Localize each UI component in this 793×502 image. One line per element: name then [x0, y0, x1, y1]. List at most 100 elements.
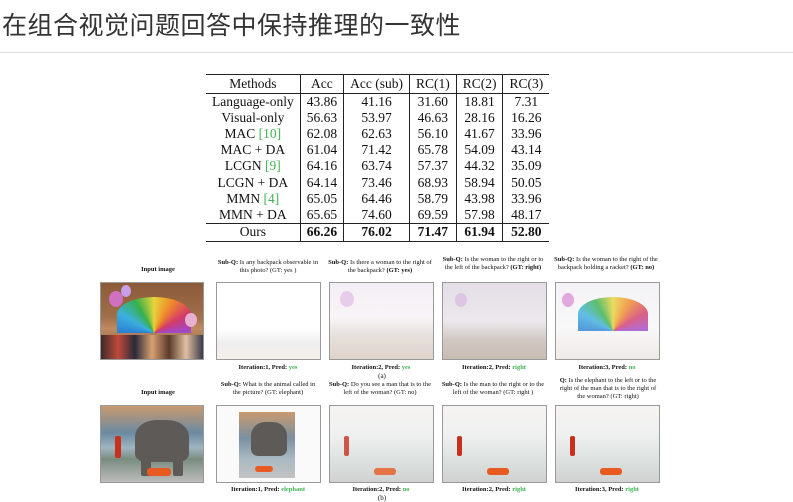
elephant-shape — [251, 422, 287, 456]
value-cell: 64.46 — [343, 190, 410, 207]
method-cell: MAC + DA — [206, 142, 300, 158]
value-cell: 56.63 — [299, 110, 344, 127]
caption-a1: Iteration:1, Pred: yes — [238, 364, 298, 371]
method-cell: Language-only — [206, 94, 300, 111]
results-table: Methods Acc Acc (sub) RC(1) RC(2) RC(3) … — [206, 74, 550, 242]
sublabel-a: (a) — [378, 372, 386, 380]
method-cell: MMN [4] — [206, 191, 300, 207]
value-cell: 63.74 — [343, 158, 410, 175]
citation-link[interactable]: [4] — [264, 191, 280, 206]
col-header: Acc — [299, 74, 344, 94]
value-cell: 7.31 — [502, 93, 550, 111]
value-cell: 53.97 — [343, 110, 410, 127]
value-cell: 76.02 — [343, 222, 410, 242]
balloon-shape — [340, 291, 354, 307]
method-name: LCGN + DA — [217, 174, 289, 190]
subq-a3: Sub-Q: Is the woman to the right or to t… — [442, 256, 544, 271]
value-cell: 43.86 — [299, 93, 344, 111]
value-cell: 68.93 — [408, 174, 457, 191]
value-cell: 62.08 — [299, 126, 344, 143]
col-header: RC(2) — [455, 74, 503, 94]
value-cell: 71.47 — [408, 222, 457, 242]
mat-shape — [147, 468, 171, 476]
attention-map-b1 — [216, 405, 321, 483]
citation-link[interactable]: [10] — [259, 126, 282, 141]
q-b4: Q: Is the elephant to the left or to the… — [559, 377, 657, 400]
balloon-shape — [121, 285, 131, 297]
caption-b3: Iteration:2, Pred: right — [462, 486, 526, 493]
method-name: MAC + DA — [220, 142, 286, 158]
attention-map-a3 — [442, 282, 547, 360]
value-cell: 50.05 — [502, 174, 550, 191]
table-row: MMN + DA 65.65 74.60 69.59 57.98 48.17 — [206, 206, 550, 224]
col-header: Methods — [206, 74, 301, 94]
method-cell: Visual-only — [206, 110, 300, 126]
value-cell: 41.67 — [455, 126, 503, 143]
caption-b1: Iteration:1, Pred: elephant — [230, 486, 306, 493]
mat-shape — [600, 468, 622, 475]
method-name: MMN + DA — [219, 206, 287, 222]
attention-map-b4 — [555, 405, 660, 483]
attention-map-a1 — [216, 282, 321, 360]
person-shape — [344, 436, 349, 456]
col-header: Acc (sub) — [343, 74, 410, 94]
value-cell: 48.17 — [502, 206, 550, 224]
citation-link[interactable]: [9] — [265, 158, 281, 173]
value-cell: 64.16 — [299, 158, 344, 175]
method-cell: Ours — [206, 222, 301, 242]
col-header: RC(3) — [502, 74, 550, 94]
mat-shape — [255, 466, 273, 472]
table-row: MAC + DA 61.04 71.42 65.78 54.09 43.14 — [206, 142, 550, 159]
method-name: Language-only — [212, 94, 294, 110]
value-cell: 61.94 — [455, 222, 503, 242]
attention-map-b2 — [329, 405, 434, 483]
subq-b1: Sub-Q: What is the animal called in the … — [220, 381, 316, 396]
value-cell: 54.09 — [455, 142, 503, 159]
value-cell: 35.09 — [502, 158, 550, 175]
caption-b2: Iteration:2, Pred: no — [352, 486, 410, 493]
caption-b4: Iteration:3, Pred: right — [575, 486, 639, 493]
value-cell: 56.10 — [408, 126, 457, 143]
person-shape — [457, 436, 462, 456]
mat-shape — [374, 468, 396, 475]
caption-a3: Iteration:2, Pred: right — [462, 364, 526, 371]
value-cell: 33.96 — [502, 126, 550, 143]
elephant-leg-shape — [173, 454, 183, 476]
umbrella-shape — [578, 297, 648, 331]
caption-a4: Iteration:3, Pred: no — [578, 364, 636, 371]
value-cell: 46.63 — [408, 110, 457, 127]
value-cell: 61.04 — [299, 142, 344, 159]
title-divider — [0, 52, 793, 53]
table-row: MMN [4] 65.05 64.46 58.79 43.98 33.96 — [206, 190, 550, 207]
person-shape — [115, 436, 121, 458]
value-cell: 52.80 — [502, 222, 550, 242]
value-cell: 57.37 — [408, 158, 457, 175]
input-image-elephant — [100, 405, 204, 483]
value-cell: 62.63 — [343, 126, 410, 143]
subq-a4: Sub-Q: Is the woman to the right of the … — [554, 256, 658, 271]
value-cell: 64.14 — [299, 174, 344, 191]
attended-region — [239, 412, 295, 478]
method-cell: MMN + DA — [206, 207, 300, 224]
value-cell: 65.78 — [408, 142, 457, 159]
table-row: Visual-only 56.63 53.97 46.63 28.16 16.26 — [206, 110, 550, 127]
sublabel-b: (b) — [377, 494, 387, 502]
value-cell: 73.46 — [343, 174, 410, 191]
attention-map-b3 — [442, 405, 547, 483]
page-title: 在组合视觉问题回答中保持推理的一致性 — [2, 11, 462, 40]
balloon-shape — [562, 293, 574, 307]
value-cell: 74.60 — [343, 206, 410, 224]
method-name: Visual-only — [221, 110, 285, 126]
col-header: RC(1) — [408, 74, 457, 94]
value-cell: 43.14 — [502, 142, 550, 159]
input-image-umbrella — [100, 282, 204, 360]
value-cell: 16.26 — [502, 110, 550, 127]
value-cell: 33.96 — [502, 190, 550, 207]
attention-map-a2 — [329, 282, 434, 360]
caption-a2: Iteration:2, Pred: yes — [351, 364, 411, 371]
value-cell: 28.16 — [455, 110, 503, 127]
method-cell: LCGN [9] — [206, 158, 300, 174]
table-body: Language-only 43.86 41.16 31.60 18.81 7.31 Vis… — [206, 93, 550, 242]
method-name: LCGN — [224, 158, 266, 174]
input-image-label: Input image — [141, 266, 175, 273]
